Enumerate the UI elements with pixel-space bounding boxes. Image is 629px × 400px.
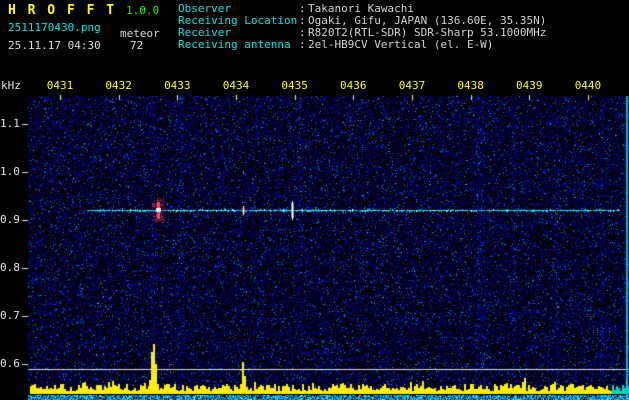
info-separator: : xyxy=(299,26,306,39)
time-tick-label: 0438 xyxy=(457,79,484,92)
info-value-0: Takanori Kawachi xyxy=(308,2,414,15)
freq-tick-label: 0.6 xyxy=(0,357,20,370)
freq-tick-label: 0.7 xyxy=(0,309,20,322)
info-value-1: Ogaki, Gifu, JAPAN (136.60E, 35.35N) xyxy=(308,14,547,27)
app-title: H R O F F T xyxy=(8,3,117,18)
time-tick-label: 0431 xyxy=(46,79,74,92)
time-tick-label: 0435 xyxy=(281,79,308,92)
output-filename: 2511170430.png xyxy=(8,21,101,34)
echo-count: 72 xyxy=(130,39,144,52)
spectrogram-canvas xyxy=(0,76,629,400)
info-separator: : xyxy=(299,2,306,15)
info-label-0: Observer xyxy=(178,2,231,15)
time-tick-label: 0433 xyxy=(164,79,191,92)
observation-datetime: 25.11.17 04:30 xyxy=(8,39,101,52)
time-tick-label: 0432 xyxy=(105,79,132,92)
info-separator: : xyxy=(299,38,306,51)
y-axis-unit-label: kHz xyxy=(1,79,21,92)
time-tick-label: 0437 xyxy=(398,79,426,92)
time-tick-label: 0440 xyxy=(574,79,602,92)
mode-label: meteor xyxy=(120,27,160,40)
app-version: 1.0.0 xyxy=(126,4,160,17)
time-tick-label: 0436 xyxy=(340,79,367,92)
freq-tick-label: 0.8 xyxy=(0,261,20,274)
time-tick-label: 0434 xyxy=(222,79,250,92)
freq-tick-label: 1.1 xyxy=(0,117,20,130)
freq-tick-label: 1.0 xyxy=(0,165,20,178)
time-tick-label: 0439 xyxy=(516,79,543,92)
freq-tick-label: 0.9 xyxy=(0,213,20,226)
info-label-2: Receiver xyxy=(178,26,231,39)
info-value-3: 2el-HB9CV Vertical (el. E-W) xyxy=(308,38,494,51)
spectrogram-area: kHz 0431 0432 0433 0434 0435 0436 0437 0438 0439… xyxy=(0,76,629,400)
info-label-1: Receiving Location xyxy=(178,14,298,27)
hrofft-screen: H R O F F T 1.0.0 2511170430.png meteor … xyxy=(0,0,629,400)
info-separator: : xyxy=(299,14,306,27)
info-value-2: R820T2(RTL-SDR) SDR-Sharp 53.1000MHz xyxy=(308,26,547,39)
info-label-3: Receiving antenna xyxy=(178,38,291,51)
